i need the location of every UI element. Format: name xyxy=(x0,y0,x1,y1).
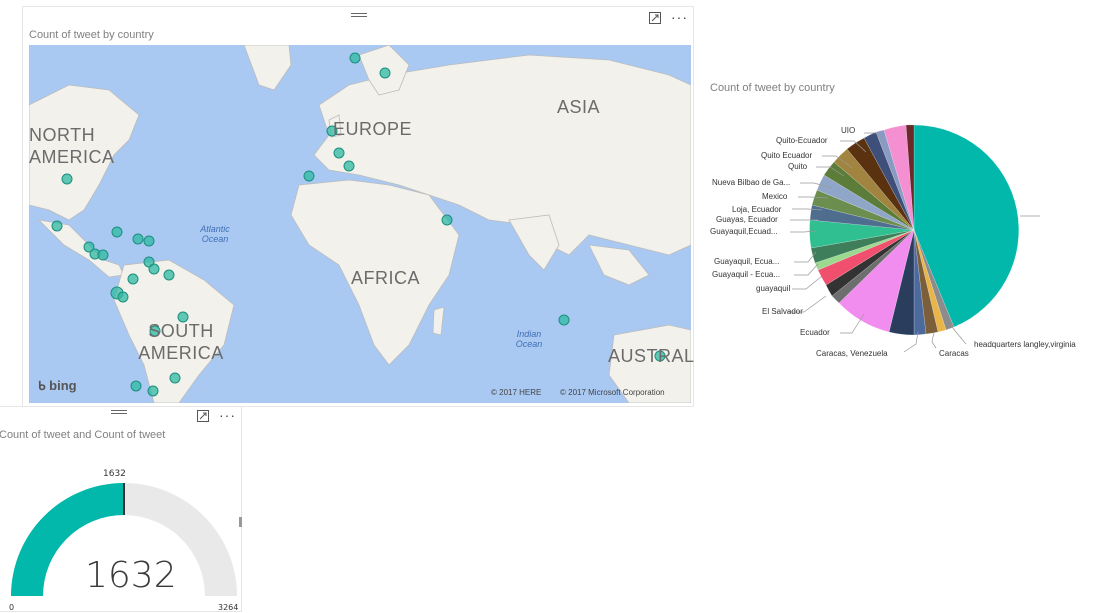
pie-label: Quito Ecuador xyxy=(761,151,813,160)
map-marker xyxy=(51,220,63,232)
gauge-min: 0 xyxy=(9,603,15,612)
pie-label: Ecuador xyxy=(800,328,830,337)
map-marker xyxy=(558,314,570,326)
map-marker xyxy=(117,291,129,303)
map-region-label: ASIA xyxy=(557,97,601,117)
map-region-label: EUROPE xyxy=(333,119,413,139)
pie-label: Guayas, Ecuador xyxy=(716,215,778,224)
pie-label: Quito-Ecuador xyxy=(776,136,828,145)
pie-label: Nueva Bilbao de Ga... xyxy=(712,178,791,187)
more-options-icon[interactable]: ··· xyxy=(671,10,688,24)
map-marker xyxy=(61,173,73,185)
resize-handle[interactable] xyxy=(239,517,242,527)
map-visual[interactable]: ··· Count of tweet by country NORTH AMER… xyxy=(22,6,694,407)
map-marker xyxy=(379,67,391,79)
pie-label: headquarters langley,virginia xyxy=(974,340,1076,349)
map-copyright-ms: © 2017 Microsoft Corporation xyxy=(560,388,665,397)
map-ocean-label: Indian Ocean xyxy=(515,329,543,349)
map-marker xyxy=(303,170,315,182)
gauge-target-label: 1632 xyxy=(103,469,126,479)
map-copyright-here: © 2017 HERE xyxy=(491,388,542,397)
map-marker xyxy=(441,214,453,226)
map-marker xyxy=(148,263,160,275)
pie-label: Quito xyxy=(788,162,808,171)
pie-label: Caracas xyxy=(939,349,969,358)
pie-chart[interactable] xyxy=(704,76,1108,376)
gauge-max: 3264 xyxy=(218,603,239,612)
map-marker xyxy=(130,380,142,392)
pie-visual[interactable]: Count of tweet by country UIO Quito-Ecua… xyxy=(704,76,1108,376)
pie-label: UIO xyxy=(841,126,856,135)
pie-label: Loja, Ecuador xyxy=(732,205,782,214)
map-marker xyxy=(127,273,139,285)
gauge-value: 1632 xyxy=(85,555,177,596)
map-title: Count of tweet by country xyxy=(29,29,154,41)
focus-mode-icon[interactable] xyxy=(649,12,661,24)
bing-logo: ᑲ bing xyxy=(38,378,77,393)
map-marker xyxy=(333,147,345,159)
bing-icon: ᑲ xyxy=(38,379,46,393)
map-marker xyxy=(143,235,155,247)
pie-label: Mexico xyxy=(762,192,788,201)
map-region-label: AFRICA xyxy=(351,268,421,288)
pie-slices xyxy=(809,124,1019,336)
map-marker xyxy=(132,233,144,245)
pie-label: Caracas, Venezuela xyxy=(816,349,888,358)
map-region-label: SOUTH AMERICA xyxy=(138,321,224,363)
map-ocean-label: Atlantic Ocean xyxy=(200,224,230,244)
map-region-label: AUSTRAL xyxy=(608,346,695,366)
pie-label: Guayaquil - Ecua... xyxy=(712,270,781,279)
map-region-label: NORTH AMERICA xyxy=(29,125,115,167)
map-marker xyxy=(111,226,123,238)
map-marker xyxy=(343,160,355,172)
pie-label: Guayaquil,Ecuad... xyxy=(710,227,778,236)
map-marker xyxy=(163,269,175,281)
map-marker xyxy=(169,372,181,384)
map-marker xyxy=(147,385,159,397)
map-marker xyxy=(349,52,361,64)
map-marker xyxy=(97,249,109,261)
pie-label: El Salvador xyxy=(762,307,803,316)
pie-label: Guayaquil, Ecua... xyxy=(714,257,780,266)
pie-label: guayaquil xyxy=(756,284,791,293)
gauge-visual[interactable]: ··· Count of tweet and Count of tweet 16… xyxy=(0,406,242,612)
drag-handle-icon[interactable] xyxy=(351,13,367,19)
